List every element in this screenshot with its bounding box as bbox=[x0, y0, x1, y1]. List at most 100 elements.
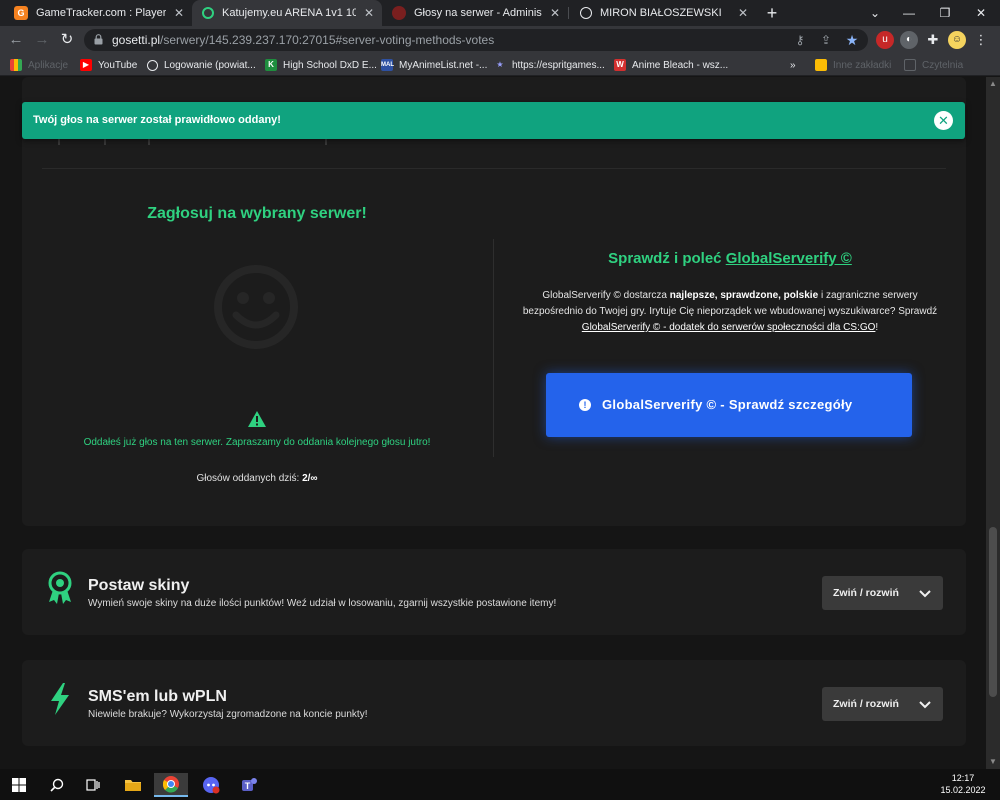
clock-time: 12:17 bbox=[951, 773, 975, 783]
tab-katujemy[interactable]: Katujemy.eu ARENA 1v1 102TR b ✕ bbox=[192, 0, 382, 26]
bookmark-other[interactable]: Inne zakładki bbox=[815, 57, 891, 73]
section-postaw-skiny: Postaw skiny Wymień swoje skiny na duże … bbox=[22, 549, 966, 635]
page-content: Zagłosuj na wybrany serwer! Oddałeś już … bbox=[0, 77, 986, 769]
chrome-icon[interactable] bbox=[154, 773, 188, 797]
discord-icon[interactable] bbox=[194, 773, 228, 797]
bookmarks-overflow[interactable]: » bbox=[790, 57, 796, 73]
star-icon: ★ bbox=[496, 60, 504, 69]
chevron-down-icon bbox=[919, 590, 931, 598]
maximize-button[interactable]: ❐ bbox=[928, 0, 962, 26]
extension-icon[interactable]: ◐ bbox=[900, 31, 918, 49]
tab-glosy[interactable]: Głosy na serwer - Administracja ✕ bbox=[382, 0, 568, 26]
task-view-icon[interactable] bbox=[76, 773, 110, 797]
close-tab-icon[interactable]: ✕ bbox=[362, 6, 376, 20]
bookmarks-bar: Aplikacje ▶ YouTube Logowanie (powiat... … bbox=[0, 54, 1000, 76]
site-k-icon: K bbox=[265, 59, 277, 71]
forward-icon[interactable]: → bbox=[32, 30, 52, 50]
teams-icon[interactable]: T bbox=[232, 773, 266, 797]
collapse-toggle-button[interactable]: Zwiń / rozwiń bbox=[822, 576, 943, 610]
new-tab-button[interactable]: + bbox=[762, 3, 782, 23]
info-icon: ! bbox=[579, 399, 591, 411]
close-window-button[interactable]: ✕ bbox=[964, 0, 998, 26]
reading-list-icon bbox=[904, 59, 916, 71]
page-scrollbar[interactable]: ▲ ▼ bbox=[986, 77, 1000, 769]
bookmark-logowanie[interactable]: Logowanie (powiat... bbox=[147, 57, 256, 73]
bookmark-reading-list[interactable]: Czytelnia bbox=[904, 57, 963, 73]
gametracker-icon: G bbox=[14, 6, 28, 20]
tab-title: GameTracker.com : Player Page f bbox=[36, 7, 166, 19]
section-sms-wpln: SMS'em lub wPLN Niewiele brakuje? Wykorz… bbox=[22, 660, 966, 746]
smiley-icon bbox=[214, 265, 298, 349]
scroll-down-icon[interactable]: ▼ bbox=[988, 757, 998, 767]
myanimelist-icon: MAL bbox=[381, 59, 394, 71]
tab-separator bbox=[568, 7, 569, 19]
menu-kebab-icon[interactable]: ⋮ bbox=[972, 31, 990, 49]
button-label: GlobalServerify © - Sprawdź szczegóły bbox=[602, 397, 853, 412]
votes-today-value: 2/∞ bbox=[302, 473, 318, 484]
tab-strip: G GameTracker.com : Player Page f ✕ Katu… bbox=[0, 0, 1000, 26]
svg-text:T: T bbox=[245, 781, 251, 791]
puzzle-icon[interactable]: ✚ bbox=[924, 31, 942, 49]
votes-today: Głosów oddanych dziś: 2/∞ bbox=[196, 473, 318, 484]
site-w-icon: W bbox=[614, 59, 626, 71]
vote-title: Zagłosuj na wybrany serwer! bbox=[147, 205, 367, 222]
windows-start-icon[interactable] bbox=[2, 773, 36, 797]
voting-card: Zagłosuj na wybrany serwer! Oddałeś już … bbox=[22, 77, 966, 526]
bookmark-highschool[interactable]: K High School DxD E... bbox=[265, 57, 377, 73]
globalserverify-link[interactable]: GlobalServerify © bbox=[726, 250, 852, 267]
section-title: SMS'em lub wPLN bbox=[88, 688, 227, 705]
reload-icon[interactable]: ↻ bbox=[57, 30, 77, 50]
scrollbar-thumb[interactable] bbox=[989, 527, 997, 697]
divider-tick bbox=[58, 139, 60, 145]
bookmark-star-icon[interactable]: ★ bbox=[844, 32, 860, 48]
lock-icon bbox=[94, 34, 103, 45]
scroll-up-icon[interactable]: ▲ bbox=[988, 79, 998, 89]
search-icon[interactable] bbox=[40, 773, 74, 797]
globe-icon bbox=[147, 59, 158, 71]
system-clock[interactable]: 12:17 15.02.2022 bbox=[930, 772, 996, 796]
clock-date: 15.02.2022 bbox=[940, 785, 986, 795]
close-tab-icon[interactable]: ✕ bbox=[548, 6, 562, 20]
key-icon[interactable]: ⚷ bbox=[792, 32, 808, 48]
folder-icon bbox=[815, 59, 827, 71]
url-text: gosetti.pl/serwery/145.239.237.170:27015… bbox=[112, 33, 495, 47]
globalserverify-addon-link[interactable]: GlobalServerify © - dodatek do serwerów … bbox=[582, 322, 876, 333]
back-icon[interactable]: ← bbox=[6, 30, 26, 50]
bookmark-apps[interactable]: Aplikacje bbox=[10, 57, 68, 73]
globalserverify-details-button[interactable]: ! GlobalServerify © - Sprawdź szczegóły bbox=[546, 373, 912, 437]
bookmark-youtube[interactable]: ▶ YouTube bbox=[80, 57, 137, 73]
address-bar[interactable]: gosetti.pl/serwery/145.239.237.170:27015… bbox=[84, 29, 868, 51]
adblock-icon[interactable]: u bbox=[876, 31, 894, 49]
divider-tick bbox=[104, 139, 106, 145]
tab-gametracker[interactable]: G GameTracker.com : Player Page f ✕ bbox=[4, 0, 192, 26]
bookmark-bleach[interactable]: W Anime Bleach - wsz... bbox=[614, 57, 728, 73]
divider-tick bbox=[325, 139, 327, 145]
minimize-button[interactable]: — bbox=[892, 0, 926, 26]
share-icon[interactable]: ⇪ bbox=[818, 32, 834, 48]
profile-avatar[interactable]: ☺ bbox=[948, 31, 966, 49]
tab-title: Katujemy.eu ARENA 1v1 102TR b bbox=[222, 7, 356, 19]
close-tab-icon[interactable]: ✕ bbox=[736, 6, 750, 20]
tab-miron[interactable]: MIRON BIAŁOSZEWSKI ✕ bbox=[570, 0, 756, 26]
already-voted-message: Oddałeś już głos na ten serwer. Zaprasza… bbox=[83, 437, 431, 448]
bookmark-mal[interactable]: MAL MyAnimeList.net -... bbox=[381, 57, 487, 73]
globe-icon bbox=[580, 7, 592, 19]
tab-search-button[interactable]: ⌄ bbox=[858, 0, 892, 26]
collapse-toggle-button[interactable]: Zwiń / rozwiń bbox=[822, 687, 943, 721]
toast-message: Twój głos na serwer został prawidłowo od… bbox=[33, 114, 281, 126]
section-title: Postaw skiny bbox=[88, 577, 190, 594]
forum-icon bbox=[392, 6, 406, 20]
file-explorer-icon[interactable] bbox=[116, 773, 150, 797]
close-icon[interactable]: ✕ bbox=[934, 111, 953, 130]
windows-taskbar: T 12:17 15.02.2022 bbox=[0, 769, 1000, 800]
section-subtitle: Wymień swoje skiny na duże ilości punktó… bbox=[88, 598, 557, 609]
tab-title: MIRON BIAŁOSZEWSKI bbox=[600, 7, 722, 19]
close-tab-icon[interactable]: ✕ bbox=[172, 6, 186, 20]
apps-grid-icon bbox=[10, 59, 22, 71]
bookmark-espritgames[interactable]: ★ https://espritgames... bbox=[494, 57, 604, 73]
divider-tick bbox=[148, 139, 150, 145]
gosetti-icon bbox=[202, 7, 214, 19]
globalserverify-title: Sprawdź i poleć GlobalServerify © bbox=[608, 250, 852, 267]
column-divider bbox=[493, 239, 494, 457]
lightning-icon bbox=[51, 683, 69, 715]
